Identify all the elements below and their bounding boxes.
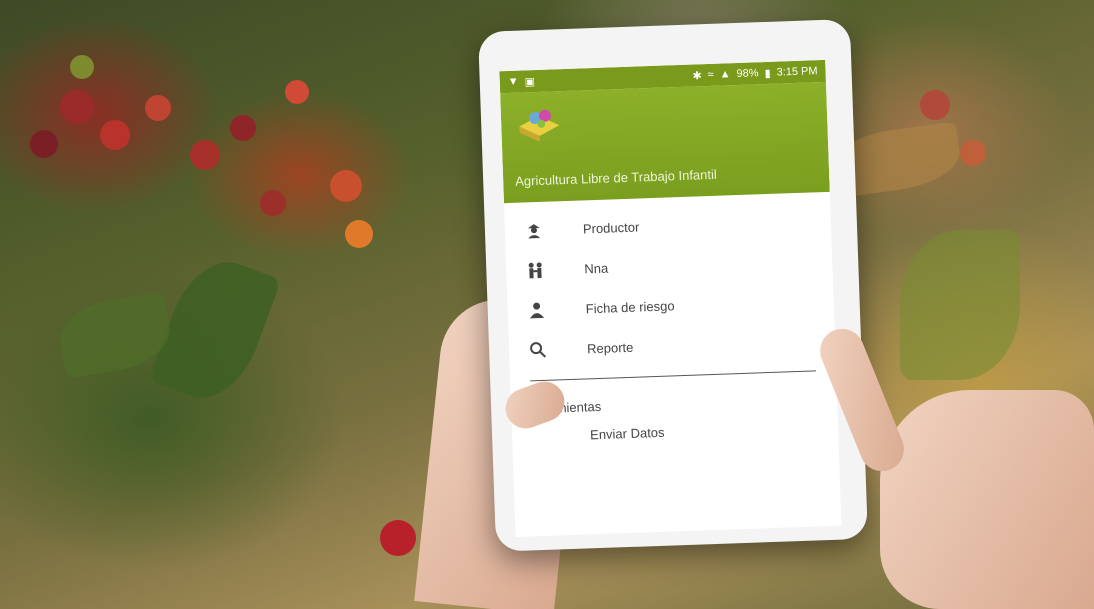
search-icon bbox=[527, 339, 550, 362]
coffee-berry bbox=[145, 95, 171, 121]
menu-item-label: Productor bbox=[582, 218, 640, 236]
leaf bbox=[900, 230, 1020, 380]
app-title: Agricultura Libre de Trabajo Infantil bbox=[514, 166, 717, 189]
menu-item-label: Nna bbox=[584, 260, 609, 276]
coffee-plant-background: ▼ ▣ ✱ ≈ ▲ 98% ▮ 3:15 PM Agricultura Libr… bbox=[0, 0, 1094, 609]
send-icon bbox=[530, 425, 553, 448]
right-hand bbox=[880, 390, 1094, 609]
coffee-berry bbox=[70, 55, 94, 79]
battery-icon: ▮ bbox=[764, 67, 771, 80]
coffee-berry bbox=[260, 190, 286, 216]
battery-level: 98% bbox=[736, 67, 759, 80]
children-icon bbox=[524, 259, 547, 282]
signal-icon: ▲ bbox=[719, 68, 731, 81]
clock: 3:15 PM bbox=[776, 65, 818, 79]
tablet-screen: ▼ ▣ ✱ ≈ ▲ 98% ▮ 3:15 PM Agricultura Libr… bbox=[499, 59, 842, 537]
coffee-berry bbox=[60, 90, 94, 124]
coffee-berry bbox=[100, 120, 130, 150]
coffee-berry bbox=[190, 140, 220, 170]
coffee-berry bbox=[285, 80, 309, 104]
coffee-berry bbox=[230, 115, 256, 141]
coffee-berry bbox=[380, 520, 416, 556]
coffee-berry bbox=[30, 130, 58, 158]
wifi-icon: ≈ bbox=[707, 68, 714, 82]
coffee-berry bbox=[920, 90, 950, 120]
bluetooth-icon: ✱ bbox=[692, 69, 702, 83]
farmer-icon bbox=[523, 219, 546, 242]
menu-item-label: Ficha de riesgo bbox=[585, 297, 675, 316]
person-icon bbox=[525, 299, 548, 322]
coffee-berry bbox=[330, 170, 362, 202]
notification-icon: ▼ bbox=[507, 75, 519, 88]
coffee-berry bbox=[345, 220, 373, 248]
drawer-header: Agricultura Libre de Trabajo Infantil bbox=[500, 81, 830, 204]
menu-item-label: Reporte bbox=[586, 339, 634, 356]
coffee-berry bbox=[960, 140, 986, 166]
menu-item-label: Enviar Datos bbox=[589, 424, 665, 442]
image-icon: ▣ bbox=[524, 75, 536, 88]
app-logo-icon bbox=[519, 109, 560, 142]
tablet-device: ▼ ▣ ✱ ≈ ▲ 98% ▮ 3:15 PM Agricultura Libr… bbox=[478, 19, 868, 552]
